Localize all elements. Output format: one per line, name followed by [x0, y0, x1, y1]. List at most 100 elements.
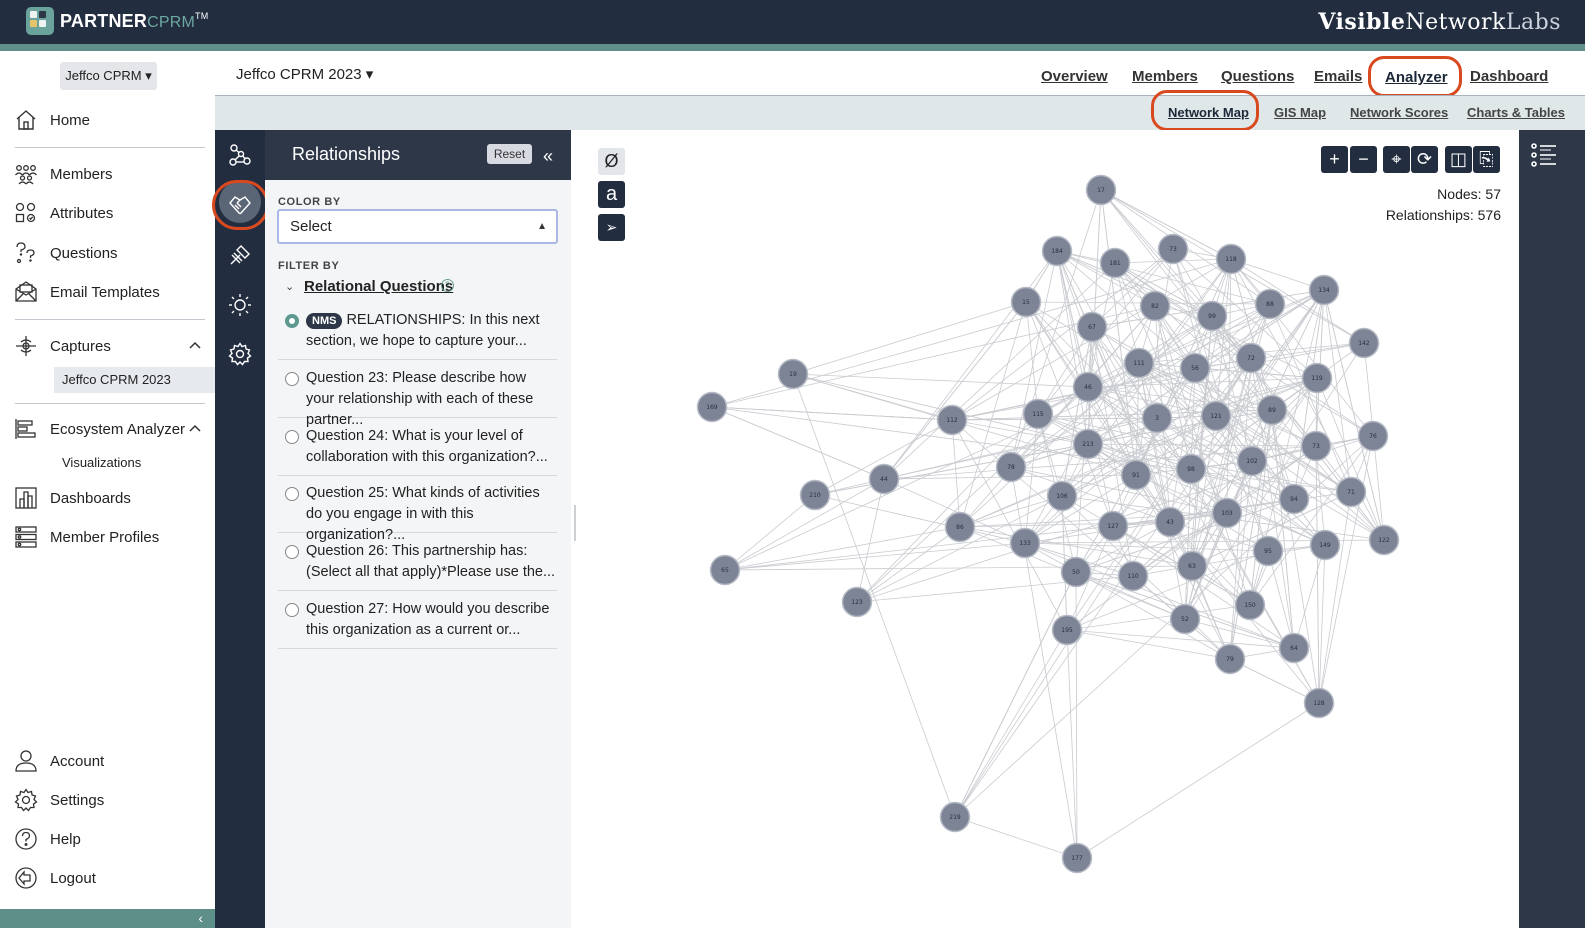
relationship-edge — [1056, 250, 1089, 445]
nav-email-templates[interactable]: Email Templates — [14, 280, 160, 304]
node-label: 89 — [1268, 407, 1276, 414]
node-label: 115 — [1032, 411, 1044, 418]
legend-list-icon[interactable] — [1531, 143, 1557, 167]
tools-icon[interactable] — [228, 243, 252, 267]
node-label: 15 — [1022, 299, 1030, 306]
node-label: 64 — [1290, 645, 1298, 652]
network-map-canvas[interactable]: 17 184 181 73 118 134 15 67 82 99 88 142 19 169 111 56 7… — [580, 130, 1519, 928]
chevron-up-icon[interactable] — [189, 340, 201, 352]
nav-member-profiles[interactable]: Member Profiles — [14, 525, 159, 549]
subtab-network-scores[interactable]: Network Scores — [1350, 105, 1448, 120]
node-label: 88 — [1266, 301, 1274, 308]
nav-label: Attributes — [50, 204, 114, 222]
question-item[interactable]: NMS RELATIONSHIPS: In this next section, … — [278, 310, 557, 360]
help-icon[interactable]: ? — [441, 279, 454, 292]
node-label: 149 — [1319, 542, 1331, 549]
tab-members[interactable]: Members — [1132, 68, 1198, 85]
node-label: 195 — [1061, 627, 1073, 634]
reset-button[interactable]: Reset — [487, 144, 532, 164]
question-item[interactable]: Question 27: How would you describe this… — [278, 599, 557, 649]
tab-overview[interactable]: Overview — [1041, 68, 1108, 85]
chevron-down-icon[interactable]: ⌄ — [285, 280, 294, 293]
zoom-in-button[interactable]: + — [1321, 146, 1348, 173]
radio-unselected[interactable] — [285, 487, 299, 501]
question-item[interactable]: Question 23: Please describe how your re… — [278, 368, 557, 428]
nav-divider — [15, 319, 205, 320]
nav-divider — [15, 147, 205, 148]
radio-unselected[interactable] — [285, 603, 299, 617]
relationship-edge — [1076, 702, 1320, 859]
relationship-edge — [724, 494, 816, 571]
save-view-button[interactable]: ⎘ — [1473, 146, 1500, 173]
highlight-network-map-tab — [1151, 90, 1259, 131]
nav-sub-visualizations[interactable]: Visualizations — [62, 455, 141, 470]
lightbulb-icon[interactable] — [228, 293, 252, 317]
node-label: 177 — [1071, 855, 1083, 862]
radio-unselected[interactable] — [285, 372, 299, 386]
nav-label: Email Templates — [50, 283, 160, 301]
nav-dashboards[interactable]: Dashboards — [14, 486, 131, 510]
right-sidebar — [1519, 130, 1585, 928]
org-dropdown[interactable]: Jeffco CPRM ▾ — [60, 62, 157, 90]
node-label: 121 — [1210, 413, 1222, 420]
question-text: Question 27: How would you describe this… — [306, 601, 550, 638]
brand-logo[interactable]: PARTNERCPRMTM — [26, 7, 208, 35]
tab-dashboard[interactable]: Dashboard — [1470, 68, 1548, 85]
captures-icon — [16, 336, 36, 356]
nav-ecosystem-analyzer[interactable]: Ecosystem Analyzer — [14, 417, 185, 441]
collapse-nav-bar[interactable]: ‹ — [0, 909, 215, 928]
tab-questions[interactable]: Questions — [1221, 68, 1294, 85]
node-label: 67 — [1088, 324, 1096, 331]
project-dropdown[interactable]: Jeffco CPRM 2023 ▾ — [236, 65, 373, 83]
account-icon — [15, 750, 37, 772]
radio-unselected[interactable] — [285, 430, 299, 444]
nav-logout[interactable]: Logout — [14, 866, 96, 890]
node-label: 150 — [1244, 602, 1256, 609]
screenshot-button[interactable]: ◫ — [1445, 146, 1472, 173]
chevron-up-icon[interactable] — [189, 423, 201, 435]
relationship-edge — [1269, 303, 1352, 493]
nav-captures[interactable]: Captures — [14, 334, 111, 358]
nav-account[interactable]: Account — [14, 749, 104, 773]
collapse-panel-icon[interactable]: « — [543, 146, 553, 167]
refresh-layout-button[interactable]: ⟳ — [1411, 146, 1438, 173]
node-label: 99 — [1208, 313, 1216, 320]
question-item[interactable]: Question 25: What kinds of activities do… — [278, 483, 557, 543]
center-map-button[interactable]: ⌖ — [1383, 146, 1410, 173]
nav-settings[interactable]: Settings — [14, 788, 104, 812]
network-graph[interactable]: 17 184 181 73 118 134 15 67 82 99 88 142 19 169 111 56 7… — [580, 130, 1519, 928]
no-filter-icon[interactable]: Ø — [598, 148, 625, 175]
nav-members[interactable]: Members — [14, 162, 113, 186]
radio-selected[interactable] — [285, 314, 299, 328]
subtab-charts-tables[interactable]: Charts & Tables — [1467, 105, 1565, 120]
node-label: 169 — [706, 404, 718, 411]
relationship-edge — [1066, 629, 1231, 660]
nav-help[interactable]: Help — [14, 827, 81, 851]
nav-sub-capture-jeffco[interactable]: Jeffco CPRM 2023 — [54, 367, 215, 393]
node-label: 91 — [1132, 472, 1140, 479]
chevron-left-icon[interactable]: ‹ — [198, 910, 203, 926]
question-item[interactable]: Question 24: What is your level of colla… — [278, 426, 557, 476]
label-toggle-icon[interactable]: a — [598, 181, 625, 208]
network-icon[interactable] — [228, 143, 252, 167]
nav-label: Questions — [50, 244, 118, 262]
color-by-select[interactable]: Select ▲ — [277, 209, 558, 244]
panel-resize-handle[interactable] — [574, 505, 576, 541]
subtab-gis-map[interactable]: GIS Map — [1274, 105, 1326, 120]
logout-icon — [15, 867, 37, 889]
nav-home[interactable]: Home — [14, 108, 90, 132]
question-item[interactable]: Question 26: This partnership has: (Sele… — [278, 541, 557, 591]
relationship-edge — [724, 542, 1026, 571]
zoom-out-button[interactable]: − — [1350, 146, 1377, 173]
nav-attributes[interactable]: Attributes — [14, 201, 113, 225]
tab-emails[interactable]: Emails — [1314, 68, 1362, 85]
gear-icon[interactable] — [228, 342, 252, 366]
nav-label: Member Profiles — [50, 528, 160, 546]
nav-questions[interactable]: Questions — [14, 241, 118, 265]
relationships-count: Relationships: 576 — [1385, 207, 1501, 223]
relational-questions-toggle[interactable]: Relational Questions — [304, 278, 453, 295]
select-pointer-icon[interactable]: ➢ — [598, 214, 625, 241]
nav-label: Home — [50, 111, 91, 129]
radio-unselected[interactable] — [285, 545, 299, 559]
nms-badge: NMS — [306, 313, 343, 329]
